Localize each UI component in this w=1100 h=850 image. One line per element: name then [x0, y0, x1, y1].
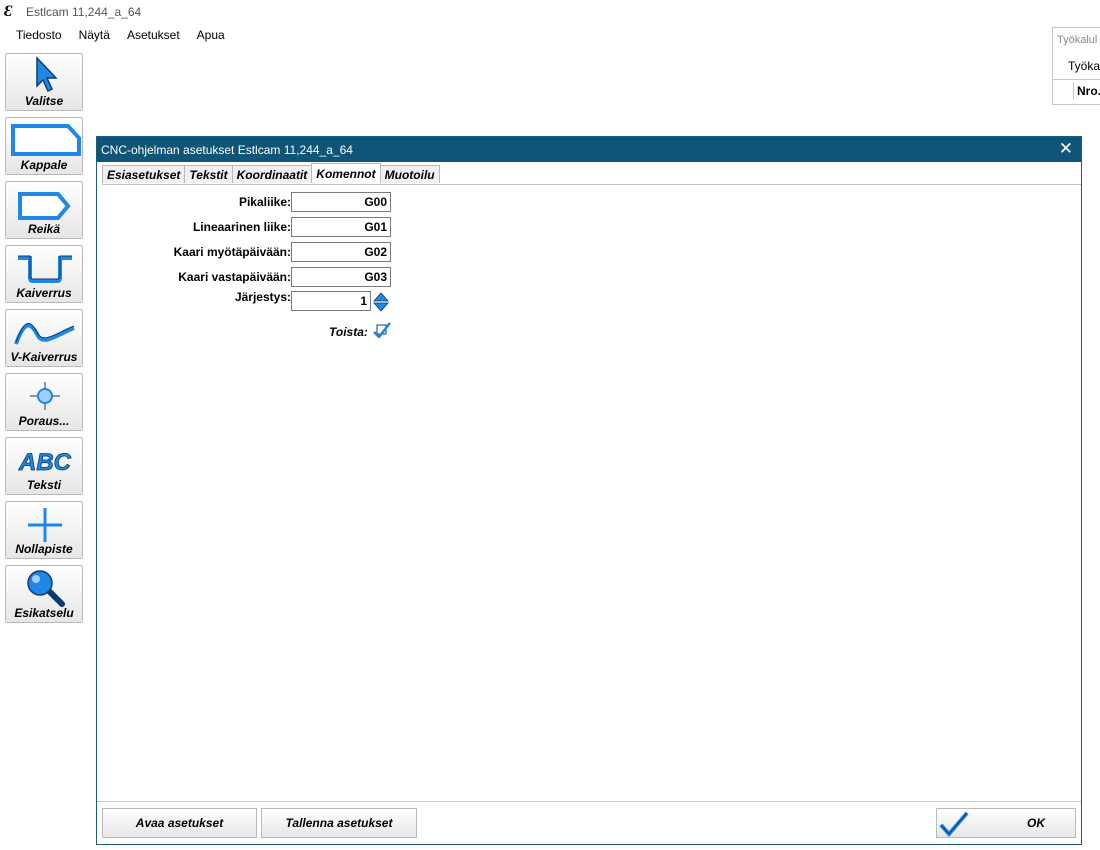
tool-table-header: Nro.: [1053, 79, 1100, 102]
form-row-lineaarinen: Lineaarinen liike: G01: [97, 217, 397, 237]
tab-divider: [102, 184, 1081, 185]
ok-button[interactable]: OK: [936, 808, 1076, 838]
tool-label: Kappale: [20, 158, 68, 172]
magnifier-icon: [27, 570, 65, 607]
toista-label: Toista:: [329, 325, 368, 339]
field-label: Lineaarinen liike:: [192, 220, 291, 234]
footer-divider: [97, 801, 1081, 802]
pikaliike-input[interactable]: G00: [291, 192, 391, 212]
engrave-icon: [18, 255, 72, 283]
tool-reika-button[interactable]: Reikä: [5, 181, 83, 239]
tab-esiasetukset[interactable]: Esiasetukset: [102, 165, 186, 183]
tab-komennot[interactable]: Komennot: [311, 163, 381, 183]
dialog-title-bar: CNC-ohjelman asetukset Estlcam 11,244_a_…: [97, 137, 1081, 162]
lineaarinen-input[interactable]: G01: [291, 217, 391, 237]
save-settings-button[interactable]: Tallenna asetukset: [261, 808, 417, 838]
ok-label: OK: [1027, 816, 1045, 830]
menu-nayta[interactable]: Näytä: [71, 28, 119, 42]
tab-tekstit[interactable]: Tekstit: [184, 165, 233, 183]
drill-icon: [30, 382, 60, 410]
left-toolbar: Valitse Kappale Reikä Kaiverrus V-Kaiver…: [5, 53, 85, 629]
dialog-title: CNC-ohjelman asetukset Estlcam 11,244_a_…: [101, 143, 353, 157]
app-logo-icon: Ɛ: [4, 2, 13, 20]
tool-label: Teksti: [26, 478, 62, 492]
pointer-icon: [36, 56, 58, 93]
tool-teksti-button[interactable]: ABC Teksti: [5, 437, 83, 495]
field-label: Pikaliike:: [238, 195, 291, 209]
menu-asetukset[interactable]: Asetukset: [119, 28, 189, 42]
spinner-arrows-icon[interactable]: [373, 292, 389, 312]
field-label: Järjestys:: [234, 290, 291, 304]
window-title: Estlcam 11,244_a_64: [26, 4, 142, 19]
toista-checkbox[interactable]: [373, 322, 391, 338]
tool-label: Reikä: [27, 222, 61, 236]
part-icon: [11, 124, 81, 156]
checkmark-icon: [939, 811, 969, 837]
jarjestys-input[interactable]: 1: [291, 291, 371, 311]
tool-nollapiste-button[interactable]: Nollapiste: [5, 501, 83, 559]
cnc-settings-dialog: CNC-ohjelman asetukset Estlcam 11,244_a_…: [96, 136, 1082, 845]
tool-panel-tab[interactable]: Työkal: [1068, 59, 1100, 73]
form-row-kaari-myota: Kaari myötäpäivään: G02: [97, 242, 397, 262]
tool-panel-title: Työkalul: [1057, 34, 1098, 46]
form-row-kaari-vasta: Kaari vastapäivään: G03: [97, 267, 397, 287]
tool-label: Esikatselu: [14, 606, 74, 620]
menu-bar: Tiedosto Näytä Asetukset Apua: [0, 23, 1100, 46]
form-row-jarjestys: Järjestys: 1: [97, 290, 397, 312]
tool-label: Poraus...: [18, 414, 70, 428]
tool-valitse-button[interactable]: Valitse: [5, 53, 83, 111]
kaari-vasta-input[interactable]: G03: [291, 267, 391, 287]
tool-list-panel: Työkalul Työkal Nro.: [1052, 27, 1100, 105]
tool-esikatselu-button[interactable]: Esikatselu: [5, 565, 83, 623]
field-label: Kaari vastapäivään:: [178, 270, 291, 284]
svg-text:ABC: ABC: [18, 449, 72, 476]
kaari-myota-input[interactable]: G02: [291, 242, 391, 262]
tool-label: Nollapiste: [15, 542, 73, 556]
tab-koordinaatit[interactable]: Koordinaatit: [231, 165, 313, 183]
dialog-tabs: Esiasetukset Tekstit Koordinaatit Komenn…: [102, 163, 440, 184]
menu-tiedosto[interactable]: Tiedosto: [0, 28, 71, 42]
open-settings-button[interactable]: Avaa asetukset: [102, 808, 257, 838]
hole-icon: [18, 192, 71, 220]
tool-table-column-nro[interactable]: Nro.: [1077, 84, 1100, 98]
field-label: Kaari myötäpäivään:: [173, 245, 291, 259]
v-engrave-icon: [14, 323, 75, 345]
close-icon[interactable]: ✕: [1059, 140, 1073, 158]
tool-poraus-button[interactable]: Poraus...: [5, 373, 83, 431]
tool-v-kaiverrus-button[interactable]: V-Kaiverrus: [5, 309, 83, 367]
tool-label: Kaiverrus: [16, 286, 72, 300]
title-bar: Ɛ Estlcam 11,244_a_64: [0, 0, 1100, 23]
tool-kaiverrus-button[interactable]: Kaiverrus: [5, 245, 83, 303]
text-icon: ABC: [18, 449, 72, 477]
tool-table-select-cell[interactable]: [1055, 82, 1074, 100]
tool-label: Valitse: [24, 94, 64, 108]
tab-muotoilu[interactable]: Muotoilu: [379, 165, 440, 183]
tool-kappale-button[interactable]: Kappale: [5, 117, 83, 175]
form-row-pikaliike: Pikaliike: G00: [97, 192, 397, 212]
origin-icon: [28, 508, 62, 542]
tool-label: V-Kaiverrus: [10, 350, 78, 364]
menu-apua[interactable]: Apua: [189, 28, 234, 42]
